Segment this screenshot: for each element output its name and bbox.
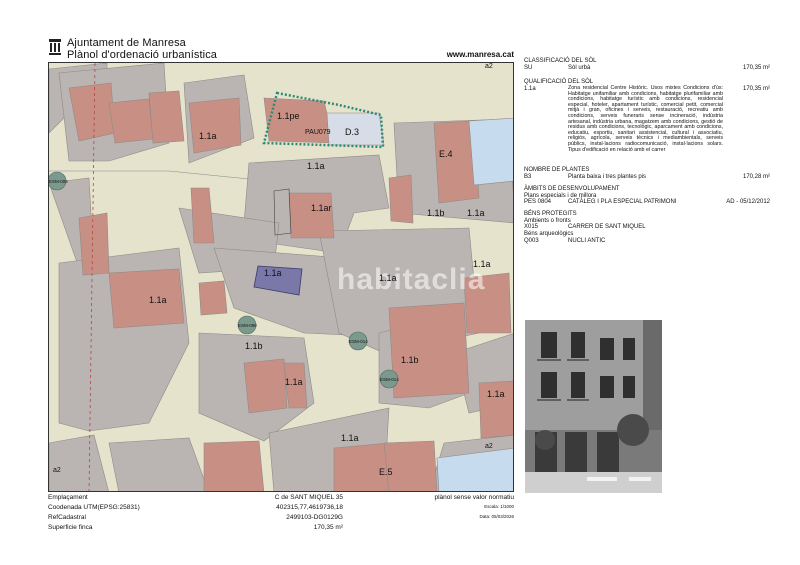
map-footer: Emplaçament C de SANT MIQUEL 35 plànol s… bbox=[48, 494, 514, 564]
zone-label: PAU079 bbox=[305, 129, 331, 136]
footer-row: Superficie finca 170,35 m² bbox=[48, 524, 343, 531]
footer-row: Coodenada UTM(EPSG:25831) 402315,77,4619… bbox=[48, 504, 514, 511]
street-label: a2 bbox=[53, 467, 61, 474]
footer-row: Emplaçament C de SANT MIQUEL 35 plànol s… bbox=[48, 494, 514, 501]
zone-label: 1.1a bbox=[285, 377, 303, 387]
org-line-1: Ajuntament de Manresa bbox=[67, 37, 186, 49]
zone-label: 1.1b bbox=[427, 208, 445, 218]
zone-label: 1.1pe bbox=[277, 111, 300, 121]
urban-planning-map[interactable]: habitaclia 1.1pe D.3 PAU079 1.1a 1.1a 1.… bbox=[48, 62, 514, 492]
zone-label: 1.1a bbox=[199, 131, 217, 141]
zone-label: E.4 bbox=[439, 149, 453, 159]
org-line-2: Plànol d'ordenació urbanística bbox=[67, 49, 218, 61]
ambits-section: ÀMBITS DE DESENVOLUPAMENT Plans especial… bbox=[524, 186, 770, 206]
tree-label: ESM-006 bbox=[49, 179, 68, 184]
website-link[interactable]: www.manresa.cat bbox=[447, 50, 514, 59]
plantes-section: NOMBRE DE PLANTES B3 Planta baixa i tres… bbox=[524, 167, 770, 180]
watermark: habitaclia bbox=[337, 263, 486, 296]
organization-title: Ajuntament de Manresa Plànol d'ordenació… bbox=[67, 37, 217, 61]
tree-label: ESM-098 bbox=[238, 323, 257, 328]
zone-label: 1.1ar bbox=[311, 203, 332, 213]
map-header: Ajuntament de Manresa Plànol d'ordenació… bbox=[48, 36, 514, 62]
zone-label: 1.1b bbox=[245, 341, 263, 351]
qualificacio-description: Zona residencial Centre Històric. Usos m… bbox=[568, 85, 723, 153]
tree-label: ESM-014 bbox=[349, 339, 368, 344]
street-label: a2 bbox=[485, 443, 493, 450]
zone-label: 1.1a bbox=[341, 433, 359, 443]
zone-label: E.5 bbox=[379, 467, 393, 477]
city-logo-icon bbox=[49, 39, 61, 55]
zone-label: 1.1a bbox=[473, 259, 491, 269]
zone-label: 1.1a bbox=[467, 208, 485, 218]
zone-label: D.3 bbox=[345, 127, 360, 137]
zone-label: 1.1b bbox=[401, 355, 419, 365]
classificacio-section: CLASSIFICACIÓ DEL SÒL SU Sòl urbà 170,35… bbox=[524, 58, 770, 71]
zone-label: 1.1a bbox=[149, 295, 167, 305]
footer-row: RefCadastral 2499103-DG0129G Data: 05/03… bbox=[48, 514, 514, 521]
zone-label: 1.1a bbox=[264, 268, 282, 278]
street-label: a2 bbox=[485, 63, 493, 70]
zone-label: 1.1a bbox=[487, 389, 505, 399]
bens-section: BÉNS PROTEGITS Ambients o fronts X015 CA… bbox=[524, 211, 646, 244]
facade-photo bbox=[525, 320, 662, 493]
zone-label: 1.1a bbox=[307, 161, 325, 171]
tree-label: ESM-014 bbox=[380, 377, 399, 382]
zone-label: 1.1a bbox=[379, 273, 397, 283]
qualificacio-section: QUALIFICACIÓ DEL SÒL 1.1a 170,35 m² Zona… bbox=[524, 79, 770, 153]
